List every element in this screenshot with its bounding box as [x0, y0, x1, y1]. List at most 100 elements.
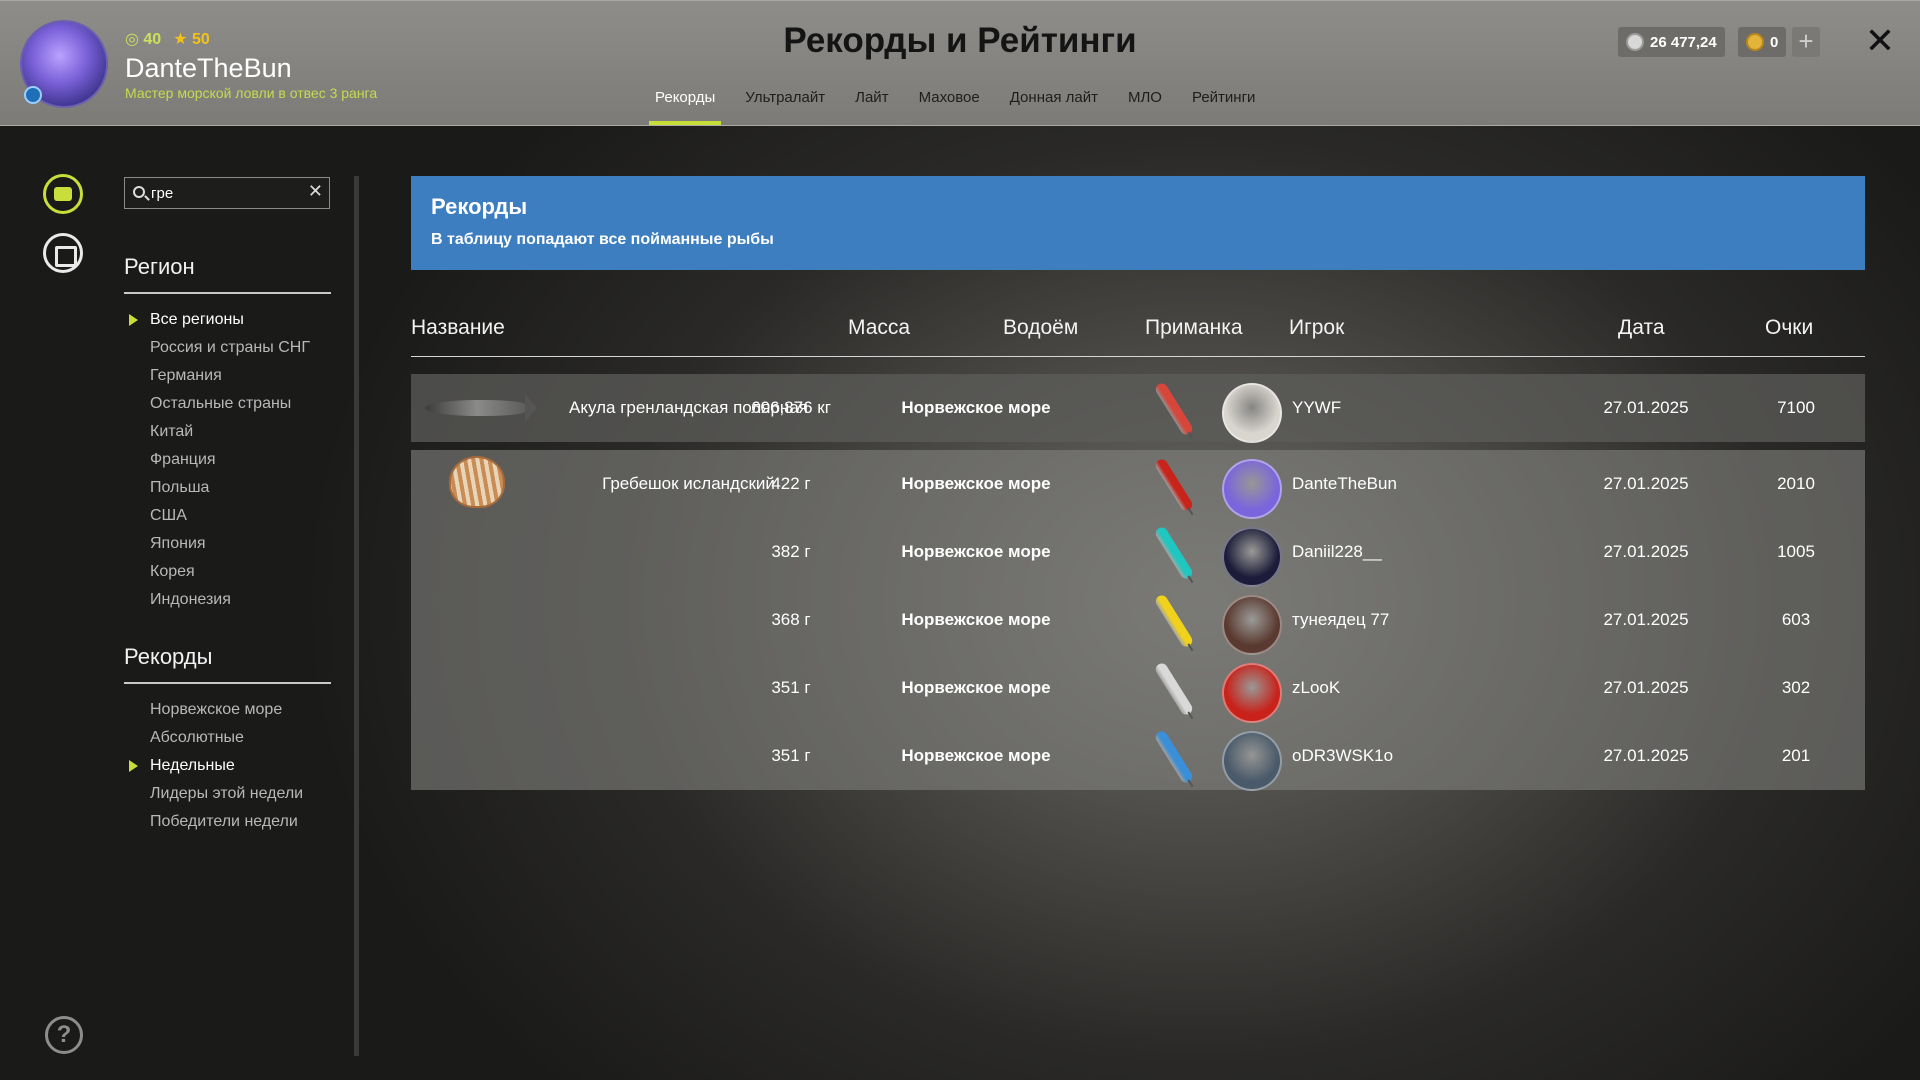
records-item-week-leaders[interactable]: Лидеры этой недели [150, 780, 303, 808]
region-item-all[interactable]: Все регионы [129, 306, 310, 334]
player-avatar-icon[interactable] [1222, 459, 1282, 519]
table-row[interactable]: 382 г Норвежское море Daniil228__ 27.01.… [411, 518, 1865, 587]
silver-balance: 26 477,24 [1618, 27, 1725, 57]
region-item-other[interactable]: Остальные страны [150, 390, 310, 418]
date-value: 27.01.2025 [1603, 542, 1689, 561]
region-list: Все регионы Россия и страны СНГ Германия… [129, 306, 310, 614]
lure-icon [1153, 457, 1195, 513]
water-value: Норвежское море [901, 542, 1051, 561]
water-value: Норвежское море [901, 610, 1051, 629]
tab-records[interactable]: Рекорды [640, 89, 730, 125]
panel-scrollbar[interactable] [354, 176, 359, 1056]
water-value: Норвежское море [901, 746, 1051, 765]
lure-icon [1153, 593, 1195, 649]
column-water[interactable]: Водоём [1003, 316, 1078, 340]
column-player[interactable]: Игрок [1289, 316, 1344, 340]
player-name-cell[interactable]: Daniil228__ [1292, 518, 1382, 586]
player-name-cell[interactable]: zLooK [1292, 654, 1340, 722]
water-value: Норвежское море [901, 678, 1051, 697]
score-value: 2010 [1777, 474, 1815, 493]
date-value: 27.01.2025 [1603, 746, 1689, 765]
silver-value: 26 477,24 [1650, 33, 1717, 51]
silver-coin-icon [1626, 33, 1644, 51]
clear-search-icon[interactable]: ✕ [308, 181, 323, 202]
column-name[interactable]: Название [411, 316, 505, 340]
region-item-russia-cis[interactable]: Россия и страны СНГ [150, 334, 310, 362]
player-name-cell[interactable]: тунеядец 77 [1292, 586, 1389, 654]
score-value: 302 [1781, 678, 1811, 697]
gold-value: 0 [1770, 33, 1779, 51]
records-item-absolute[interactable]: Абсолютные [150, 724, 303, 752]
community-icon[interactable] [43, 174, 83, 214]
region-item-indonesia[interactable]: Индонезия [150, 586, 310, 614]
player-name-cell[interactable]: DanteTheBun [1292, 450, 1397, 518]
records-banner: Рекорды В таблицу попадают все пойманные… [411, 176, 1865, 270]
score-value: 7100 [1777, 398, 1815, 417]
tab-ratings[interactable]: Рейтинги [1177, 89, 1270, 125]
records-item-norwegian-sea[interactable]: Норвежское море [150, 696, 303, 724]
lure-icon [1153, 729, 1195, 785]
region-item-china[interactable]: Китай [150, 418, 310, 446]
add-currency-button[interactable]: + [1792, 27, 1820, 57]
tab-mlo[interactable]: МЛО [1113, 89, 1177, 125]
mass-value: 382 г [771, 542, 811, 561]
player-name-cell[interactable]: oDR3WSK1o [1292, 722, 1393, 790]
player-avatar-icon[interactable] [1222, 595, 1282, 655]
search-input[interactable] [151, 182, 301, 204]
region-item-germany[interactable]: Германия [150, 362, 310, 390]
date-value: 27.01.2025 [1603, 610, 1689, 629]
records-item-weekly[interactable]: Недельные [128, 752, 303, 780]
records-filter-list: Норвежское море Абсолютные Недельные Лид… [128, 696, 303, 836]
banner-title: Рекорды [431, 194, 528, 219]
table-row[interactable]: 351 г Норвежское море oDR3WSK1o 27.01.20… [411, 722, 1865, 791]
score-value: 1005 [1777, 542, 1815, 561]
water-value: Норвежское море [901, 474, 1051, 493]
table-row[interactable]: Акула гренландская полярная 606,876 кг Н… [411, 374, 1865, 443]
player-title: Мастер морской ловли в отвес 3 ранга [125, 85, 378, 101]
date-value: 27.01.2025 [1603, 398, 1689, 417]
banner-subtitle: В таблицу попадают все пойманные рыбы [431, 231, 774, 248]
score-value: 201 [1781, 746, 1811, 765]
player-avatar-icon[interactable] [1222, 731, 1282, 791]
column-mass[interactable]: Масса [848, 316, 910, 340]
help-icon[interactable]: ? [45, 1016, 83, 1054]
column-date[interactable]: Дата [1618, 316, 1665, 340]
column-score[interactable]: Очки [1765, 316, 1813, 340]
player-avatar-icon[interactable] [1222, 663, 1282, 723]
lure-icon [1153, 525, 1195, 581]
player-avatar-icon[interactable] [1222, 527, 1282, 587]
tab-bottom-light[interactable]: Донная лайт [995, 89, 1113, 125]
search-field[interactable]: ✕ [124, 177, 330, 209]
gold-balance: 0 [1738, 27, 1787, 57]
tab-light[interactable]: Лайт [840, 89, 903, 125]
region-item-korea[interactable]: Корея [150, 558, 310, 586]
tab-ultralight[interactable]: Ультралайт [730, 89, 840, 125]
mass-value: 351 г [771, 678, 811, 697]
table-row[interactable]: 368 г Норвежское море тунеядец 77 27.01.… [411, 586, 1865, 655]
mass-value: 368 г [771, 610, 811, 629]
records-heading: Рекорды [124, 644, 331, 684]
mass-value: 606,876 кг [751, 398, 831, 417]
table-row[interactable]: 351 г Норвежское море zLooK 27.01.2025 3… [411, 654, 1865, 723]
region-item-france[interactable]: Франция [150, 446, 310, 474]
close-icon[interactable]: ✕ [1862, 19, 1898, 63]
score-value: 603 [1781, 610, 1811, 629]
water-value: Норвежское море [901, 398, 1051, 417]
lure-icon [1153, 661, 1195, 717]
table-group: Гребешок исландский 422 г Норвежское мор… [411, 450, 1865, 791]
region-item-usa[interactable]: США [150, 502, 310, 530]
tab-float[interactable]: Маховое [904, 89, 995, 125]
region-item-japan[interactable]: Япония [150, 530, 310, 558]
player-name-cell[interactable]: YYWF [1292, 374, 1341, 442]
table-header-divider [411, 356, 1865, 357]
mass-value: 422 г [771, 474, 811, 493]
column-lure[interactable]: Приманка [1145, 316, 1243, 340]
archive-icon[interactable] [43, 233, 83, 273]
region-item-poland[interactable]: Польша [150, 474, 310, 502]
search-icon [133, 186, 145, 198]
player-avatar-icon[interactable] [1222, 383, 1282, 443]
records-item-week-winners[interactable]: Победители недели [150, 808, 303, 836]
rank-badge-icon [24, 86, 42, 104]
table-group: Акула гренландская полярная 606,876 кг Н… [411, 374, 1865, 443]
table-row[interactable]: Гребешок исландский 422 г Норвежское мор… [411, 450, 1865, 519]
